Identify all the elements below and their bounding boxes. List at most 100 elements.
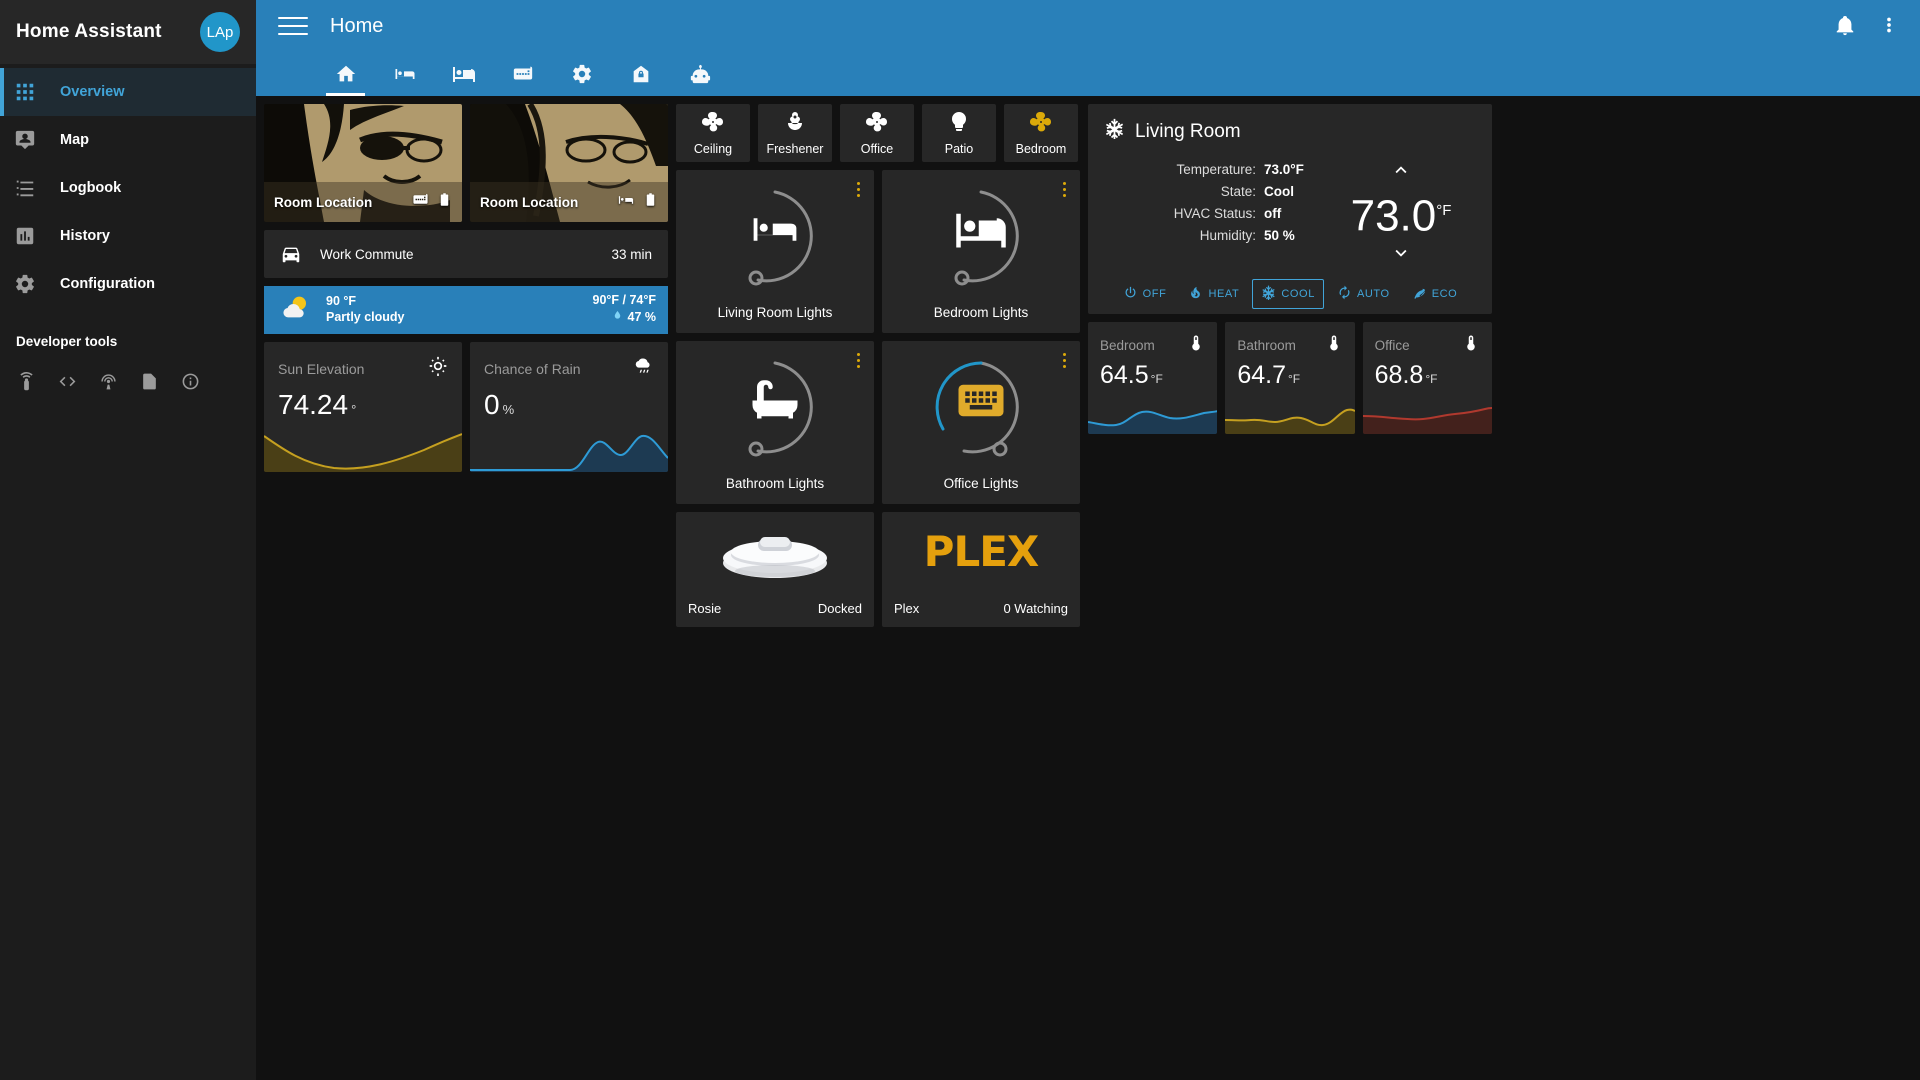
- stat-key: Temperature:: [1176, 162, 1256, 177]
- main-area: Home Room Location Room Location Work Co…: [256, 0, 1920, 1080]
- dots-vertical-icon[interactable]: [851, 176, 866, 203]
- light-card-living-room[interactable]: Living Room Lights: [676, 170, 874, 333]
- temp-title: Bathroom: [1237, 338, 1296, 353]
- weather-text: 90 °F Partly cloudy: [326, 294, 405, 326]
- snowflake-icon: [1261, 285, 1276, 303]
- sidebar-item-label: Configuration: [60, 276, 156, 292]
- sidebar-header: Home Assistant LAp: [0, 0, 256, 64]
- fire-icon: [1188, 285, 1203, 303]
- dots-vertical-icon[interactable]: [1057, 176, 1072, 203]
- temp-header: Office: [1363, 322, 1492, 357]
- broadcast-icon[interactable]: [88, 359, 129, 403]
- hvac-mode-cool[interactable]: COOL: [1252, 278, 1324, 309]
- temp-title: Office: [1374, 338, 1410, 353]
- battery-icon: [643, 192, 658, 212]
- column-center: Ceiling Freshener Office Patio Bedroom L…: [676, 104, 1080, 627]
- hvac-mode-auto[interactable]: AUTO: [1328, 279, 1399, 309]
- fan-button-ceiling[interactable]: Ceiling: [676, 104, 750, 162]
- partly-cloudy-icon: [280, 292, 312, 329]
- temp-unit: °F: [1150, 372, 1163, 386]
- stat-value: 73.0°F: [1264, 162, 1304, 177]
- flower-icon: [783, 110, 807, 139]
- fan-icon: [701, 110, 725, 139]
- thermostat-stat-row: HVAC Status: off: [1114, 203, 1326, 225]
- hvac-mode-label: OFF: [1142, 287, 1167, 300]
- temp-value: 64.7: [1237, 361, 1286, 389]
- person-info: Room Location: [470, 182, 668, 222]
- sidebar-item-overview[interactable]: Overview: [0, 68, 256, 116]
- person-card[interactable]: Room Location: [264, 104, 462, 222]
- commute-row[interactable]: Work Commute 33 min: [264, 230, 668, 278]
- temp-card-bedroom[interactable]: Bedroom 64.5 °F: [1088, 322, 1218, 434]
- chevron-up-icon[interactable]: [1386, 159, 1416, 186]
- tab-home[interactable]: [316, 52, 375, 96]
- sidebar-item-history[interactable]: History: [0, 212, 256, 260]
- fan-button-freshener[interactable]: Freshener: [758, 104, 832, 162]
- code-tags-icon[interactable]: [47, 359, 88, 403]
- dots-vertical-icon[interactable]: [1874, 10, 1904, 40]
- tile-card-plex[interactable]: PLEX Plex 0 Watching: [882, 512, 1080, 627]
- light-label: Office Lights: [943, 476, 1019, 491]
- light-card-bedroom[interactable]: Bedroom Lights: [882, 170, 1080, 333]
- thermostat-stat-row: State: Cool: [1114, 181, 1326, 203]
- fan-button-bedroom[interactable]: Bedroom: [1004, 104, 1078, 162]
- thermometer-icon: [1187, 334, 1205, 357]
- tab-vacuum[interactable]: [670, 52, 729, 96]
- fan-button-office[interactable]: Office: [840, 104, 914, 162]
- hvac-mode-heat[interactable]: HEAT: [1179, 279, 1248, 309]
- sidebar-item-map[interactable]: Map: [0, 116, 256, 164]
- thermostat-header: Living Room: [1104, 118, 1476, 145]
- bell-icon[interactable]: [1830, 10, 1860, 40]
- sidebar-item-logbook[interactable]: Logbook: [0, 164, 256, 212]
- hamburger-icon[interactable]: [278, 14, 308, 38]
- fan-button-patio[interactable]: Patio: [922, 104, 996, 162]
- sensor-card-sun-elevation[interactable]: Sun Elevation 74.24 °: [264, 342, 462, 472]
- sensor-sparkline: [264, 433, 462, 472]
- tile-value: 0 Watching: [1003, 601, 1068, 616]
- person-card[interactable]: Room Location: [470, 104, 668, 222]
- account-badge-icon: [12, 127, 38, 153]
- weather-right: 90°F / 74°F 47 %: [593, 293, 657, 327]
- file-code-icon[interactable]: [129, 359, 170, 403]
- temp-sparkline: [1362, 407, 1492, 434]
- tile-name: Plex: [894, 601, 920, 616]
- hvac-mode-label: AUTO: [1356, 287, 1390, 300]
- dots-vertical-icon[interactable]: [851, 347, 866, 374]
- column-right: Living Room Temperature: 73.0°F State: C…: [1088, 104, 1492, 434]
- chevron-down-icon[interactable]: [1386, 242, 1416, 269]
- thermostat-title: Living Room: [1135, 120, 1241, 142]
- commute-value: 33 min: [611, 246, 652, 262]
- bathtub-icon: [748, 374, 802, 433]
- hvac-mode-off[interactable]: OFF: [1114, 279, 1176, 309]
- temp-value-wrap: 64.7 °F: [1225, 357, 1354, 390]
- tab-bedroom[interactable]: [434, 52, 493, 96]
- temp-card-bathroom[interactable]: Bathroom 64.7 °F: [1225, 322, 1355, 434]
- hvac-mode-eco[interactable]: ECO: [1403, 279, 1467, 309]
- stat-value: 50 %: [1264, 228, 1295, 243]
- light-label: Living Room Lights: [717, 305, 833, 320]
- sensor-card-chance-of-rain[interactable]: Chance of Rain 0%: [470, 342, 668, 472]
- remote-icon[interactable]: [6, 359, 47, 403]
- power-icon: [1123, 285, 1138, 303]
- dots-vertical-icon[interactable]: [1057, 347, 1072, 374]
- fan-label: Bedroom: [1015, 142, 1067, 156]
- tab-living-room[interactable]: [375, 52, 434, 96]
- leaf-icon: [1412, 285, 1427, 303]
- header-actions: [1830, 10, 1904, 40]
- sensor-unit: °: [351, 402, 357, 417]
- temp-card-office[interactable]: Office 68.8 °F: [1362, 322, 1492, 434]
- tile-footer: Rosie Docked: [676, 590, 874, 627]
- tab-security[interactable]: [611, 52, 670, 96]
- information-icon[interactable]: [170, 359, 211, 403]
- tab-settings[interactable]: [552, 52, 611, 96]
- sidebar-item-configuration[interactable]: Configuration: [0, 260, 256, 308]
- sofa-icon: [617, 191, 635, 214]
- tile-card-vacuum[interactable]: Rosie Docked: [676, 512, 874, 627]
- light-card-office[interactable]: Office Lights: [882, 341, 1080, 504]
- weather-card[interactable]: 90 °F Partly cloudy 90°F / 74°F 47 %: [264, 286, 668, 334]
- light-card-bathroom[interactable]: Bathroom Lights: [676, 341, 874, 504]
- avatar[interactable]: LAp: [200, 12, 240, 52]
- tab-office[interactable]: [493, 52, 552, 96]
- stat-value: Cool: [1264, 184, 1294, 199]
- sensor-title: Sun Elevation: [278, 360, 365, 377]
